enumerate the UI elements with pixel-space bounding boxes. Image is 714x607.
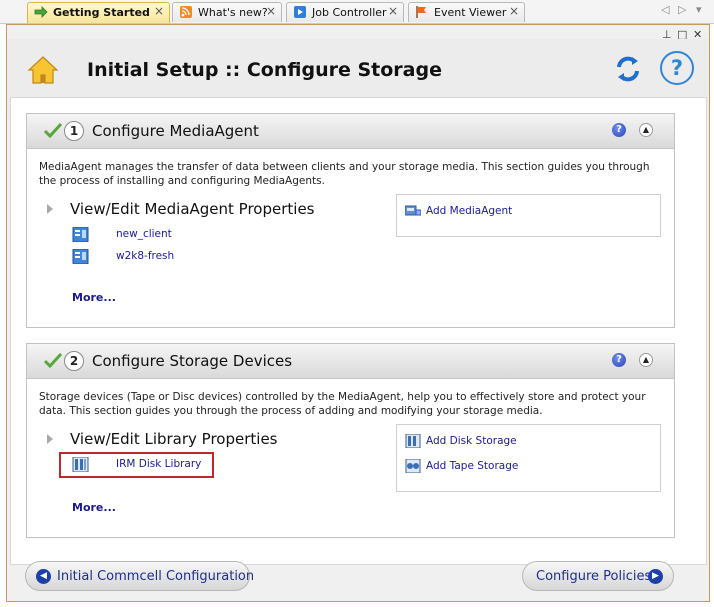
content-area: 1 Configure MediaAgent ? ▲ MediaAgent ma… bbox=[10, 97, 707, 565]
getting-started-panel: ⊥ □ ✕ Initial Setup :: Configure Storage… bbox=[6, 24, 710, 602]
disk-storage-icon bbox=[405, 434, 421, 448]
play-icon bbox=[294, 6, 306, 18]
tab-menu-icon[interactable]: ▾ bbox=[696, 3, 702, 16]
checkmark-icon bbox=[44, 352, 62, 368]
section-header: 1 Configure MediaAgent ? ▲ bbox=[27, 114, 674, 149]
collapse-icon[interactable]: ▲ bbox=[639, 123, 653, 137]
checkmark-icon bbox=[44, 122, 62, 138]
configure-policies-button[interactable]: Configure Policies ▶ bbox=[522, 561, 674, 591]
tab-bar: Getting Started × What's new? × Job Cont… bbox=[0, 0, 714, 24]
arrow-left-icon: ◀ bbox=[36, 569, 51, 584]
tab-getting-started[interactable]: Getting Started × bbox=[27, 2, 170, 23]
section-description: Storage devices (Tape or Disc devices) c… bbox=[39, 391, 646, 417]
tab-event-viewer[interactable]: Event Viewer × bbox=[408, 2, 525, 22]
server-icon bbox=[72, 227, 89, 242]
refresh-icon[interactable] bbox=[611, 52, 645, 86]
rss-icon bbox=[180, 6, 192, 18]
section-title: Configure Storage Devices bbox=[92, 352, 293, 370]
close-icon[interactable]: × bbox=[154, 4, 164, 18]
more-link[interactable]: More... bbox=[72, 501, 116, 514]
arrow-right-icon bbox=[34, 6, 48, 18]
home-icon[interactable] bbox=[27, 54, 59, 86]
close-icon[interactable]: × bbox=[509, 4, 519, 18]
server-icon bbox=[72, 249, 89, 264]
page-title: Initial Setup :: Configure Storage bbox=[87, 59, 442, 81]
arrow-right-icon: ▶ bbox=[648, 569, 663, 584]
step-number: 2 bbox=[64, 351, 84, 371]
tab-job-controller[interactable]: Job Controller × bbox=[286, 2, 404, 22]
section-header: 2 Configure Storage Devices ? ▲ bbox=[27, 344, 674, 379]
tab-prev-icon[interactable]: ◁ bbox=[661, 3, 669, 16]
library-icon bbox=[72, 457, 89, 472]
help-icon[interactable]: ? bbox=[612, 123, 626, 137]
section-title: Configure MediaAgent bbox=[92, 122, 259, 140]
section-configure-storage-devices: 2 Configure Storage Devices ? ▲ Storage … bbox=[26, 343, 675, 538]
close-icon[interactable]: × bbox=[388, 4, 398, 18]
tab-whats-new[interactable]: What's new? × bbox=[172, 2, 282, 22]
tape-storage-icon bbox=[405, 459, 421, 473]
initial-commcell-configuration-button[interactable]: ◀ Initial Commcell Configuration bbox=[25, 561, 254, 591]
flag-icon bbox=[416, 6, 426, 18]
add-mediaagent-icon bbox=[405, 205, 421, 216]
step-number: 1 bbox=[64, 121, 84, 141]
expand-icon[interactable] bbox=[47, 434, 53, 444]
actions-panel: Add MediaAgent bbox=[396, 194, 661, 237]
collapse-icon[interactable]: ▲ bbox=[639, 353, 653, 367]
expand-icon[interactable] bbox=[47, 204, 53, 214]
close-icon[interactable]: × bbox=[266, 4, 276, 18]
section-subtitle: View/Edit Library Properties bbox=[70, 430, 278, 448]
tab-next-icon[interactable]: ▷ bbox=[678, 3, 686, 16]
section-subtitle: View/Edit MediaAgent Properties bbox=[70, 200, 315, 218]
section-description: MediaAgent manages the transfer of data … bbox=[39, 161, 650, 187]
help-icon[interactable]: ? bbox=[612, 353, 626, 367]
section-configure-mediaagent: 1 Configure MediaAgent ? ▲ MediaAgent ma… bbox=[26, 113, 675, 328]
more-link[interactable]: More... bbox=[72, 291, 116, 304]
actions-panel: Add Disk Storage Add Tape Storage bbox=[396, 424, 661, 492]
help-icon[interactable]: ? bbox=[660, 51, 694, 85]
